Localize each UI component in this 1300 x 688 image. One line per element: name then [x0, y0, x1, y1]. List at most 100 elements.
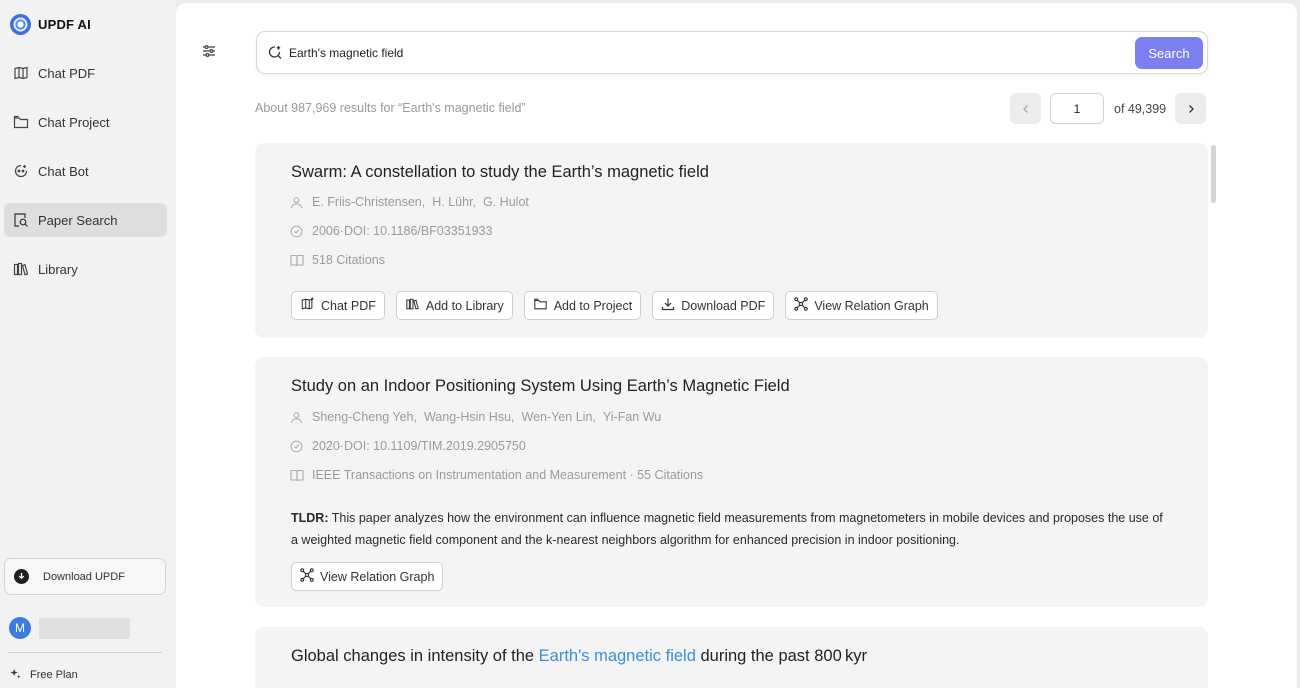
prev-page-button[interactable] — [1010, 93, 1041, 124]
search-button[interactable]: Search — [1135, 37, 1203, 69]
book-icon — [290, 468, 304, 482]
search-ai-icon — [268, 45, 282, 64]
chat-bot-icon — [12, 162, 30, 180]
sidebar-item-chat-project[interactable]: Chat Project — [4, 105, 167, 139]
citations-text: 518 Citations — [312, 253, 385, 267]
next-page-button[interactable] — [1175, 93, 1207, 124]
download-updf-button[interactable]: Download UPDF — [4, 558, 166, 595]
add-to-library-button[interactable]: Add to Library — [395, 291, 513, 320]
sidebar-item-label: Chat Bot — [38, 163, 89, 179]
author-name[interactable]: Wen-Yen Lin, — [522, 410, 596, 424]
updf-logo-icon — [10, 14, 31, 35]
download-pdf-label: Download PDF — [681, 298, 766, 313]
tldr-label: TLDR: — [291, 511, 329, 525]
sidebar-item-chat-pdf[interactable]: Chat PDF — [4, 56, 167, 90]
search-input[interactable] — [289, 40, 1129, 66]
library-icon — [405, 297, 420, 314]
search-bar: Search — [256, 31, 1208, 74]
sidebar-item-label: Chat PDF — [38, 65, 96, 81]
sidebar: UPDF AI Chat PDF Chat Project Chat Bot P… — [0, 0, 176, 688]
author-name[interactable]: Yi-Fan Wu — [603, 410, 661, 424]
main-panel: Search About 987,969 results for “Earth'… — [176, 3, 1297, 688]
paper-title[interactable]: Study on an Indoor Positioning System Us… — [291, 377, 790, 396]
clock-icon — [290, 224, 304, 238]
app-name: UPDF AI — [38, 17, 91, 32]
paper-citations: 518 Citations — [290, 253, 385, 267]
title-text: Global changes in intensity of the — [291, 647, 539, 665]
tldr-text: This paper analyzes how the environment … — [291, 511, 1163, 547]
chevron-right-icon — [1188, 104, 1194, 113]
author-name[interactable]: H. Lühr, — [432, 195, 476, 209]
add-to-project-button[interactable]: Add to Project — [523, 291, 642, 320]
author-name[interactable]: E. Friis-Christensen, — [312, 195, 425, 209]
plan-label: Free Plan — [30, 669, 78, 681]
sidebar-item-label: Library — [38, 261, 78, 277]
author-name[interactable]: G. Hulot — [483, 195, 529, 209]
sparkle-icon — [10, 668, 21, 682]
clock-icon — [290, 439, 304, 453]
pagination: of 49,399 — [1010, 93, 1207, 124]
sidebar-item-label: Chat Project — [38, 114, 110, 130]
paper-actions: View Relation Graph — [291, 562, 444, 591]
download-pdf-button[interactable]: Download PDF — [652, 291, 775, 320]
chat-pdf-icon — [12, 64, 30, 82]
folder-icon — [533, 297, 548, 314]
paper-actions: Chat PDF Add to Library Add to Project D… — [291, 291, 938, 320]
date-doi-text: 2020·DOI: 10.1109/TIM.2019.2905750 — [312, 439, 526, 453]
relation-graph-icon — [300, 568, 314, 585]
library-icon — [12, 260, 30, 278]
person-icon — [290, 195, 304, 209]
download-updf-label: Download UPDF — [43, 570, 125, 583]
download-icon — [661, 297, 675, 314]
paper-date-doi: 2020·DOI: 10.1109/TIM.2019.2905750 — [290, 439, 526, 453]
divider — [8, 652, 162, 653]
paper-tldr: TLDR: This paper analyzes how the enviro… — [291, 507, 1171, 551]
title-text: during the past 800 kyr — [695, 647, 868, 665]
view-relation-graph-label: View Relation Graph — [320, 569, 435, 584]
page-number-input[interactable] — [1050, 93, 1104, 124]
relation-graph-icon — [794, 297, 809, 314]
paper-authors: E. Friis-Christensen, H. Lühr, G. Hulot — [290, 195, 536, 209]
sidebar-nav: Chat PDF Chat Project Chat Bot Paper Sea… — [4, 56, 167, 301]
paper-card: Swarm: A constellation to study the Eart… — [255, 143, 1208, 338]
add-to-library-label: Add to Library — [425, 298, 504, 313]
author-name[interactable]: Wang-Hsin Hsu, — [424, 410, 515, 424]
chevron-left-icon — [1022, 104, 1028, 113]
person-icon — [290, 410, 304, 424]
scrollbar-thumb[interactable] — [1211, 145, 1216, 203]
paper-date-doi: 2006·DOI: 10.1186/BF03351933 — [290, 224, 492, 238]
avatar: M — [9, 617, 31, 639]
sidebar-item-library[interactable]: Library — [4, 252, 167, 286]
date-doi-text: 2006·DOI: 10.1186/BF03351933 — [312, 224, 493, 238]
paper-title[interactable]: Swarm: A constellation to study the Eart… — [291, 163, 709, 182]
chat-pdf-label: Chat PDF — [321, 298, 376, 313]
author-name[interactable]: Sheng-Cheng Yeh, — [312, 410, 417, 424]
paper-authors: Sheng-Cheng Yeh, Wang-Hsin Hsu, Wen-Yen … — [290, 410, 668, 424]
source-text: IEEE Transactions on Instrumentation and… — [312, 468, 704, 482]
filter-settings-button[interactable] — [201, 43, 217, 59]
paper-title[interactable]: Global changes in intensity of the Earth… — [291, 647, 867, 666]
sidebar-item-label: Paper Search — [38, 212, 118, 228]
title-highlight: Earth's magnetic field — [538, 647, 696, 665]
brand[interactable]: UPDF AI — [10, 14, 91, 35]
page-total: of 49,399 — [1114, 101, 1167, 116]
chat-project-icon — [12, 113, 30, 131]
view-relation-graph-button[interactable]: View Relation Graph — [291, 562, 444, 591]
paper-card: Global changes in intensity of the Earth… — [255, 627, 1208, 688]
paper-source: IEEE Transactions on Instrumentation and… — [290, 468, 703, 482]
user-name-placeholder — [39, 617, 130, 639]
plan-link[interactable]: Free Plan — [10, 668, 78, 682]
results-summary: About 987,969 results for “Earth's magne… — [255, 101, 526, 115]
sidebar-item-chat-bot[interactable]: Chat Bot — [4, 154, 167, 188]
view-relation-graph-button[interactable]: View Relation Graph — [785, 291, 938, 320]
view-relation-graph-label: View Relation Graph — [814, 298, 929, 313]
sliders-icon — [203, 44, 215, 58]
paper-search-icon — [12, 211, 30, 229]
user-profile[interactable]: M — [9, 617, 130, 639]
book-icon — [290, 253, 304, 267]
sidebar-item-paper-search[interactable]: Paper Search — [4, 203, 167, 237]
download-icon — [14, 569, 29, 584]
chat-pdf-button[interactable]: Chat PDF — [291, 291, 385, 320]
add-to-project-label: Add to Project — [553, 298, 633, 313]
chat-pdf-icon — [300, 297, 315, 314]
